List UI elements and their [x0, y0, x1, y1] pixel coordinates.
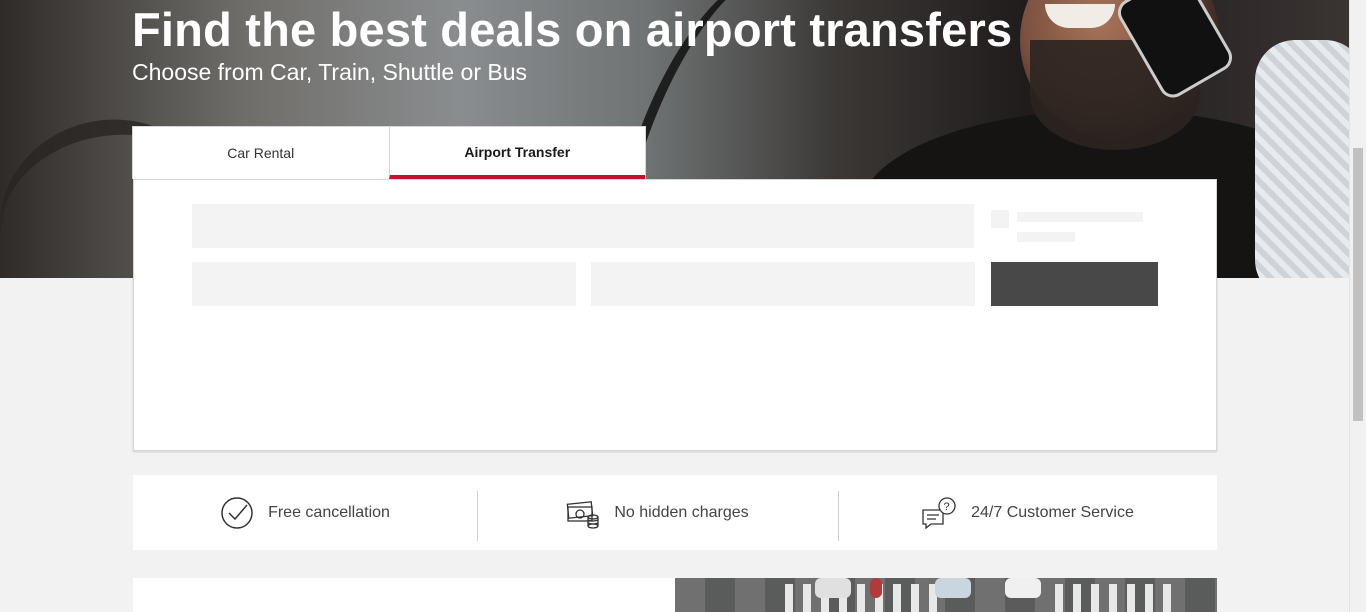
scrollbar-thumb[interactable] — [1353, 148, 1363, 421]
pickup-location-skeleton — [192, 204, 974, 248]
product-tabs: Car Rental Airport Transfer — [132, 126, 646, 179]
checkmark-circle-icon — [220, 496, 254, 530]
benefit-customer-service: ? 24/7 Customer Service — [838, 475, 1217, 550]
scooter-shape — [870, 578, 882, 598]
page-subtitle: Choose from Car, Train, Shuttle or Bus — [132, 59, 528, 85]
benefit-label: Free cancellation — [268, 503, 390, 521]
search-panel — [133, 179, 1217, 451]
crosswalk-shape — [785, 584, 945, 612]
money-coins-icon — [566, 497, 600, 529]
promo-image-street — [675, 578, 1217, 612]
benefits-bar: Free cancellation No hidden charges ? 24… — [133, 475, 1217, 550]
benefit-label: 24/7 Customer Service — [971, 503, 1134, 521]
checkbox-label-skeleton — [1017, 212, 1143, 222]
date-field-skeleton — [192, 262, 576, 306]
car-shape — [815, 578, 851, 598]
benefit-free-cancellation: Free cancellation — [133, 475, 477, 550]
checkbox-sublabel-skeleton — [1017, 232, 1075, 242]
car-shape — [935, 578, 971, 598]
crosswalk-shape — [1055, 584, 1175, 612]
benefit-divider — [838, 491, 839, 541]
page-scrollbar[interactable] — [1349, 0, 1366, 612]
tab-airport-transfer[interactable]: Airport Transfer — [388, 127, 645, 179]
search-button-skeleton — [991, 262, 1158, 306]
benefit-divider — [477, 491, 478, 541]
tab-car-rental[interactable]: Car Rental — [133, 127, 389, 179]
promo-card — [133, 578, 675, 612]
hero-person-sleeve — [1255, 40, 1349, 278]
time-field-skeleton — [591, 262, 975, 306]
svg-text:?: ? — [944, 501, 950, 513]
car-shape — [1005, 578, 1041, 598]
page-title: Find the best deals on airport transfers — [132, 3, 1013, 56]
benefit-no-hidden-charges: No hidden charges — [477, 475, 838, 550]
checkbox-skeleton — [991, 210, 1009, 228]
benefit-label: No hidden charges — [614, 503, 749, 521]
chat-question-icon: ? — [921, 496, 957, 530]
